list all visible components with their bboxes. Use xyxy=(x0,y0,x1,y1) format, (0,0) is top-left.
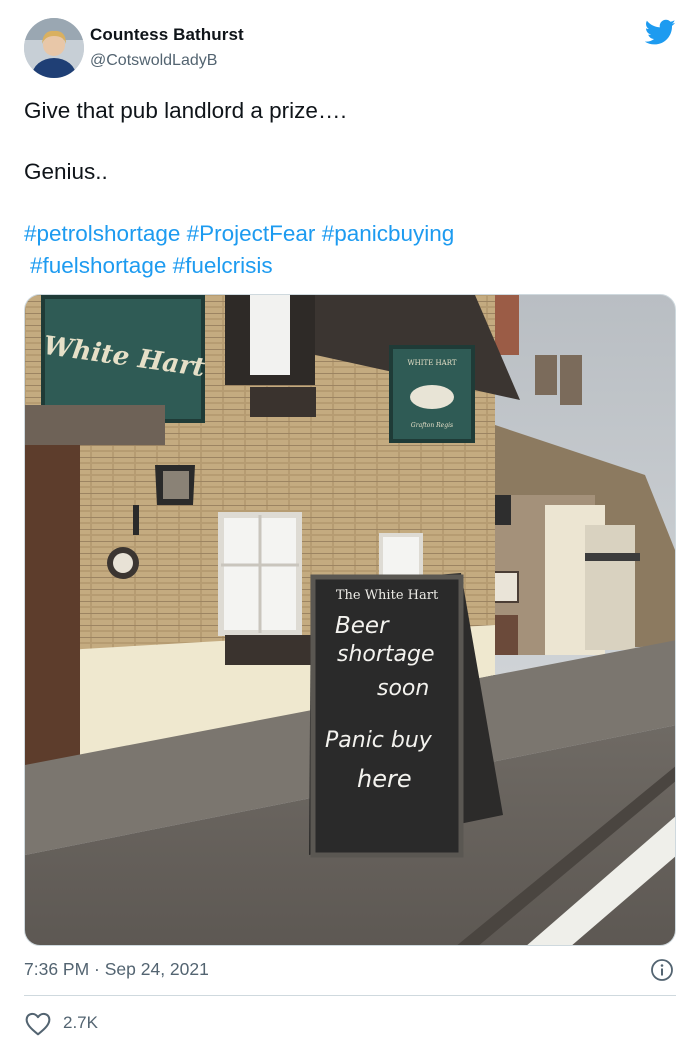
hashtag-link[interactable]: #fuelshortage xyxy=(30,253,166,278)
hashtag-link[interactable]: #panicbuying xyxy=(322,221,455,246)
like-count: 2.7K xyxy=(63,1013,98,1032)
author-handle[interactable]: @CotswoldLadyB xyxy=(90,52,217,70)
tweet-text-line-1: Give that pub landlord a prize…. xyxy=(24,98,347,123)
board-line: Beer xyxy=(335,613,390,639)
hashtag-link[interactable]: #petrolshortage xyxy=(24,221,180,246)
board-line: soon xyxy=(377,676,429,701)
tweet-card: Countess Bathurst @CotswoldLadyB Give th… xyxy=(0,0,700,1049)
info-icon[interactable] xyxy=(650,958,674,982)
hashtag-link[interactable]: #ProjectFear xyxy=(187,221,316,246)
twitter-bird-icon[interactable] xyxy=(645,19,676,46)
tweet-text-line-2: Genius.. xyxy=(24,159,108,184)
board-line: Panic buy xyxy=(325,728,433,753)
tweet-photo[interactable]: White Hart WHITE HART Grafton Regis The … xyxy=(24,294,676,946)
heart-icon[interactable] xyxy=(24,1011,52,1036)
hashtags: #petrolshortage #ProjectFear #panicbuyin… xyxy=(24,218,674,282)
avatar[interactable] xyxy=(24,18,84,78)
author-name[interactable]: Countess Bathurst xyxy=(90,25,244,45)
hanging-sign-text: WHITE HART xyxy=(407,359,456,367)
board-line: here xyxy=(357,765,412,793)
pub-photo-illustration: White Hart WHITE HART Grafton Regis The … xyxy=(25,295,675,945)
divider xyxy=(24,995,676,996)
tweet-timestamp[interactable]: 7:36 PM · Sep 24, 2021 xyxy=(24,959,209,980)
board-line: shortage xyxy=(337,642,435,667)
board-header-text: The White Hart xyxy=(336,588,439,603)
hashtag-row-1: #petrolshortage #ProjectFear #panicbuyin… xyxy=(24,218,674,250)
hanging-sign-subtext: Grafton Regis xyxy=(411,422,453,429)
hashtag-row-2: #fuelshortage #fuelcrisis xyxy=(24,250,674,282)
hashtag-link[interactable]: #fuelcrisis xyxy=(173,253,273,278)
